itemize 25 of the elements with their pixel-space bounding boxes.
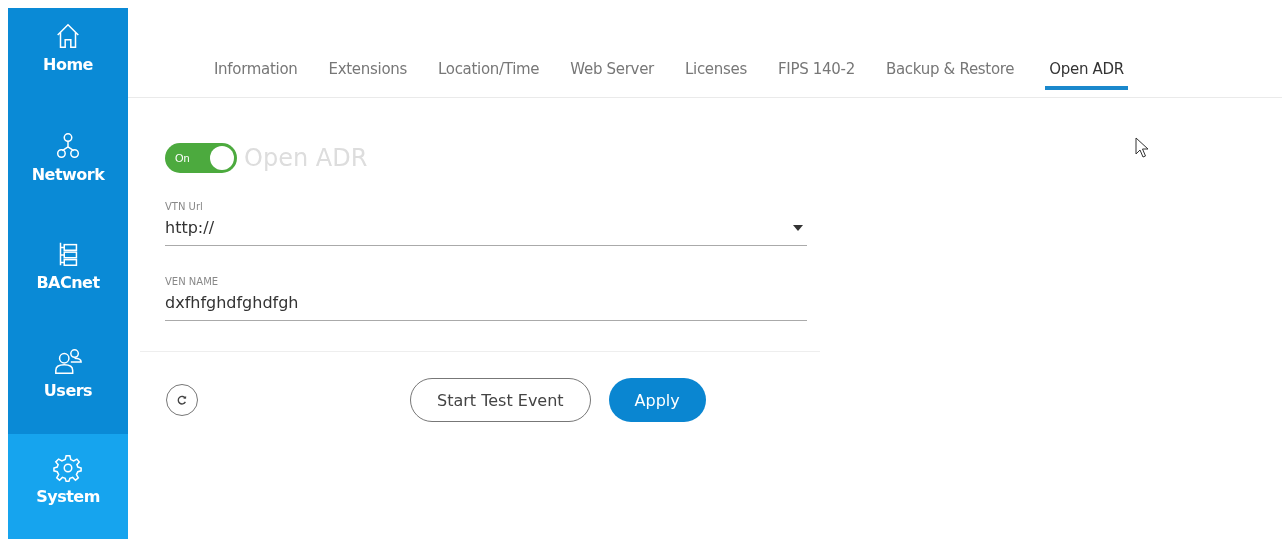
tab[interactable]: Web Server [570, 52, 654, 90]
settings-icon [53, 453, 83, 483]
caret-icon [793, 224, 803, 231]
field-label: VTN Url [165, 201, 204, 212]
tab[interactable]: Backup & Restore [885, 52, 1015, 90]
refresh-button[interactable] [166, 384, 198, 416]
refresh-icon [176, 394, 188, 406]
sidebar-item[interactable]: Users [8, 326, 128, 434]
apply-button[interactable]: Apply [608, 378, 706, 422]
sidebar-item[interactable]: BACnet [8, 218, 128, 326]
toggle-switch[interactable]: On [165, 143, 237, 173]
tab[interactable]: Licenses [684, 52, 747, 90]
sidebar-item[interactable]: Network [8, 110, 128, 218]
tab[interactable]: Open ADR [1045, 52, 1128, 90]
users-icon [53, 346, 83, 377]
tab[interactable]: Extensions [328, 52, 407, 90]
cursor-icon [1135, 137, 1149, 159]
tab[interactable]: Location/Time [438, 52, 540, 90]
tab[interactable]: Information [214, 52, 298, 90]
field-label: VEN NAME [165, 276, 220, 287]
test-event-button[interactable]: Start Test Event [410, 378, 591, 422]
url-dropdown[interactable]: http:// [165, 212, 807, 246]
sidebar-item[interactable]: System [8, 434, 128, 539]
tab[interactable]: FIPS 140-2 [777, 52, 855, 90]
sidebar-item[interactable]: Home [8, 8, 128, 110]
